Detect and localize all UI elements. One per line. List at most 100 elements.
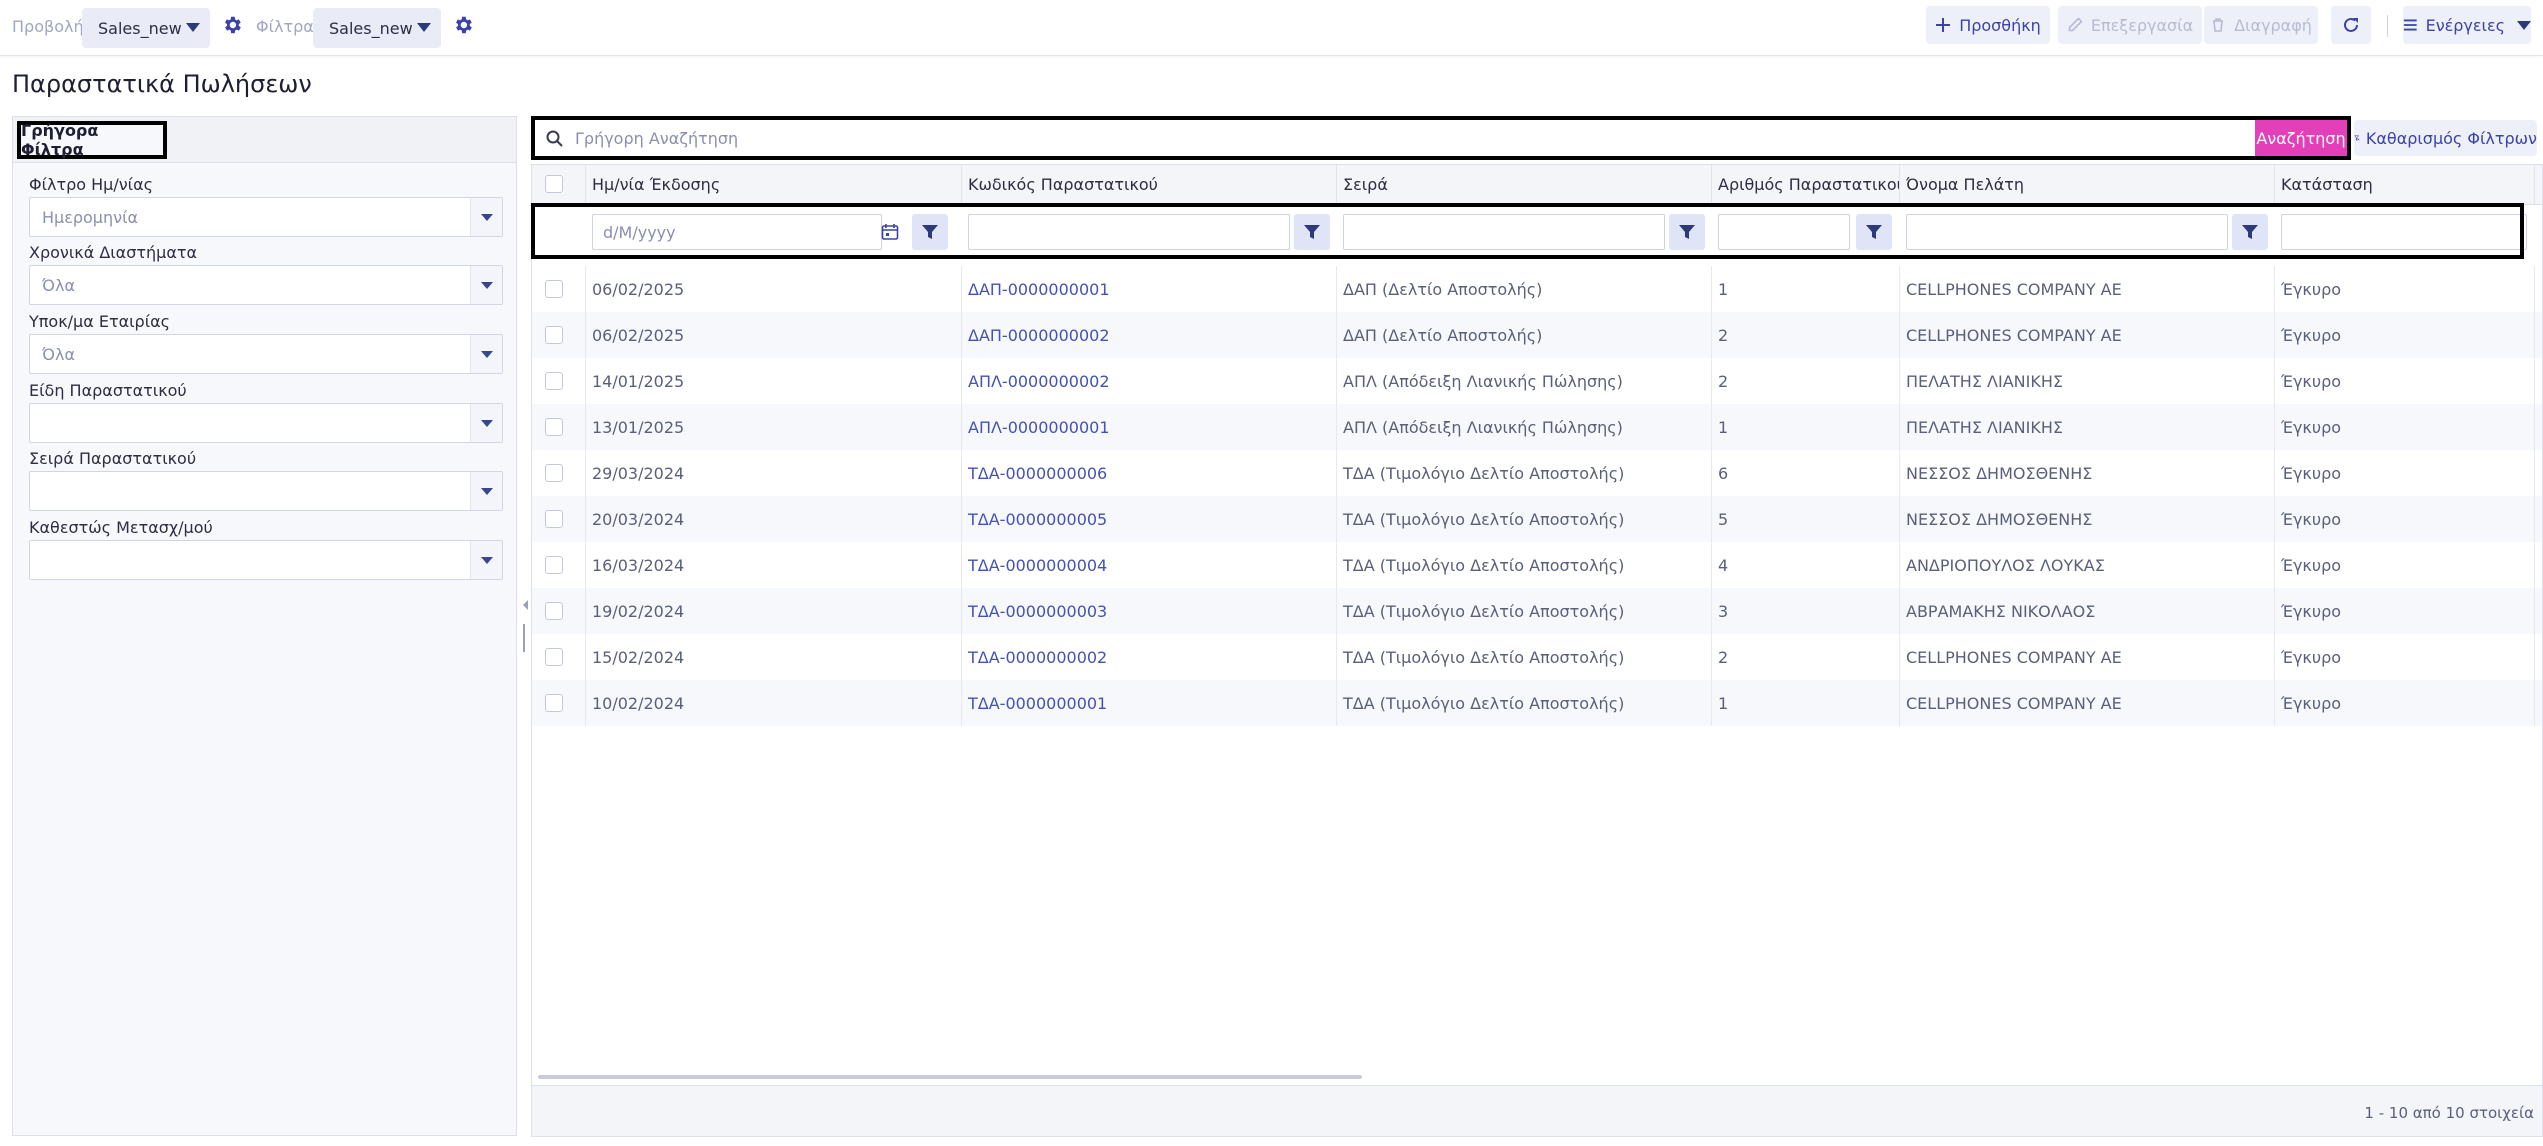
row-checkbox[interactable]: [545, 510, 563, 528]
filter-time-ranges-value: Όλα: [42, 276, 76, 295]
cell-doc-code-link[interactable]: ΤΔΑ-0000000002: [962, 634, 1337, 680]
panel-splitter[interactable]: [523, 600, 528, 652]
row-checkbox[interactable]: [545, 280, 563, 298]
edit-button[interactable]: Επεξεργασία: [2058, 6, 2202, 44]
quick-search-input[interactable]: [575, 124, 2275, 152]
menu-icon: [2403, 19, 2417, 31]
cell-status: Έγκυρο: [2275, 312, 2535, 358]
cell-doc-code-link[interactable]: ΔΑΠ-0000000002: [962, 312, 1337, 358]
row-checkbox[interactable]: [545, 372, 563, 390]
table-row[interactable]: 20/03/2024 ΤΔΑ-0000000005 ΤΔΑ (Τιμολόγιο…: [532, 496, 2542, 542]
select-all-checkbox[interactable]: [545, 175, 563, 193]
cell-doc-number: 1: [1712, 680, 1900, 726]
cell-customer-name: ΑΒΡΑΜΑΚΗΣ ΝΙΚΟΛΑΟΣ: [1900, 588, 2275, 634]
actions-menu-button[interactable]: Ενέργειες: [2403, 6, 2531, 44]
filter-branch-label: Υποκ/μα Εταιρίας: [29, 312, 171, 331]
chevron-down-icon[interactable]: [470, 404, 502, 442]
header-customer-name[interactable]: Όνομα Πελάτη: [1900, 165, 2275, 205]
collapse-arrow-icon[interactable]: [523, 600, 528, 610]
filter-branch-select[interactable]: Όλα: [29, 334, 503, 374]
edit-button-label: Επεξεργασία: [2090, 15, 2194, 35]
table-row[interactable]: 06/02/2025 ΔΑΠ-0000000001 ΔΑΠ (Δελτίο Απ…: [532, 266, 2542, 312]
filter-time-ranges-select[interactable]: Όλα: [29, 265, 503, 305]
cell-status: Έγκυρο: [2275, 680, 2535, 726]
chevron-down-icon[interactable]: [470, 266, 502, 304]
splitter-handle[interactable]: [523, 624, 525, 652]
header-issue-date[interactable]: Ημ/νία Έκδοσης: [586, 165, 962, 205]
header-doc-code[interactable]: Κωδικός Παραστατικού: [962, 165, 1337, 205]
chevron-down-icon[interactable]: [470, 335, 502, 373]
doc-number-filter-input[interactable]: [1718, 214, 1850, 250]
table-row[interactable]: 13/01/2025 ΑΠΛ-0000000001 ΑΠΛ (Απόδειξη …: [532, 404, 2542, 450]
filter-transform-status-select[interactable]: [29, 540, 503, 580]
horizontal-scrollbar[interactable]: [538, 1075, 1362, 1079]
cell-doc-code-link[interactable]: ΔΑΠ-0000000001: [962, 266, 1337, 312]
table-row[interactable]: 06/02/2025 ΔΑΠ-0000000002 ΔΑΠ (Δελτίο Απ…: [532, 312, 2542, 358]
table-row[interactable]: 29/03/2024 ΤΔΑ-0000000006 ΤΔΑ (Τιμολόγιο…: [532, 450, 2542, 496]
cell-issue-date: 10/02/2024: [586, 680, 962, 726]
filter-icon[interactable]: [1856, 214, 1892, 250]
cell-issue-date: 15/02/2024: [586, 634, 962, 680]
cell-doc-code-link[interactable]: ΤΔΑ-0000000005: [962, 496, 1337, 542]
doc-code-filter-input[interactable]: [968, 214, 1290, 250]
table-row[interactable]: 10/02/2024 ΤΔΑ-0000000001 ΤΔΑ (Τιμολόγιο…: [532, 680, 2542, 726]
chevron-down-icon: [186, 23, 200, 32]
add-button[interactable]: Προσθήκη: [1926, 6, 2050, 44]
clear-filters-label: Καθαρισμός Φίλτρων: [2365, 128, 2537, 148]
filters-select[interactable]: Sales_new: [313, 8, 441, 48]
chevron-down-icon[interactable]: [470, 472, 502, 510]
series-filter-input[interactable]: [1343, 214, 1665, 250]
table-row[interactable]: 15/02/2024 ΤΔΑ-0000000002 ΤΔΑ (Τιμολόγιο…: [532, 634, 2542, 680]
row-select-cell: [532, 634, 586, 680]
chevron-down-icon[interactable]: [470, 198, 502, 236]
cell-doc-code-link[interactable]: ΤΔΑ-0000000001: [962, 680, 1337, 726]
filter-doc-types-select[interactable]: [29, 403, 503, 443]
table-row[interactable]: 16/03/2024 ΤΔΑ-0000000004 ΤΔΑ (Τιμολόγιο…: [532, 542, 2542, 588]
cell-doc-code-link[interactable]: ΤΔΑ-0000000004: [962, 542, 1337, 588]
clear-filters-button[interactable]: Καθαρισμός Φίλτρων: [2354, 120, 2537, 156]
view-select[interactable]: Sales_new: [82, 8, 210, 48]
row-checkbox[interactable]: [545, 694, 563, 712]
date-filter-input[interactable]: d/M/yyyy: [592, 214, 882, 250]
view-select-value: Sales_new: [98, 19, 182, 38]
grid-footer: 1 - 10 από 10 στοιχεία: [532, 1085, 2542, 1136]
cell-doc-code-link[interactable]: ΑΠΛ-0000000002: [962, 358, 1337, 404]
row-checkbox[interactable]: [545, 602, 563, 620]
table-row[interactable]: 14/01/2025 ΑΠΛ-0000000002 ΑΠΛ (Απόδειξη …: [532, 358, 2542, 404]
gear-icon[interactable]: [452, 14, 474, 36]
row-checkbox[interactable]: [545, 648, 563, 666]
filter-doc-series-label: Σειρά Παραστατικού: [29, 449, 197, 468]
chevron-down-icon[interactable]: [470, 541, 502, 579]
search-button[interactable]: Αναζήτηση: [2255, 120, 2347, 156]
header-status[interactable]: Κατάσταση: [2275, 165, 2535, 205]
filter-doc-series-select[interactable]: [29, 471, 503, 511]
customer-filter-input[interactable]: [1906, 214, 2228, 250]
filter-icon[interactable]: [1669, 214, 1705, 250]
header-doc-number[interactable]: Αριθμός Παραστατικού: [1712, 165, 1900, 205]
row-select-cell: [532, 450, 586, 496]
cell-doc-code-link[interactable]: ΤΔΑ-0000000003: [962, 588, 1337, 634]
refresh-icon: [2344, 17, 2358, 32]
filter-icon[interactable]: [912, 214, 948, 250]
delete-button[interactable]: Διαγραφή: [2204, 6, 2318, 44]
filter-icon[interactable]: [2232, 214, 2268, 250]
refresh-button[interactable]: [2331, 6, 2371, 44]
row-checkbox[interactable]: [545, 418, 563, 436]
gear-icon[interactable]: [221, 14, 243, 36]
row-checkbox[interactable]: [545, 326, 563, 344]
cell-customer-name: ΑΝΔΡΙΟΠΟΥΛΟΣ ΛΟΥΚΑΣ: [1900, 542, 2275, 588]
cell-doc-code-link[interactable]: ΑΠΛ-0000000001: [962, 404, 1337, 450]
top-toolbar: Προβολή Sales_new Φίλτρα Sales_new Προσθ…: [0, 0, 2543, 56]
calendar-icon[interactable]: [872, 214, 908, 250]
header-series[interactable]: Σειρά: [1337, 165, 1712, 205]
cell-doc-code-link[interactable]: ΤΔΑ-0000000006: [962, 450, 1337, 496]
filter-time-ranges-label: Χρονικά Διαστήματα: [29, 243, 198, 262]
tab-quick-filters[interactable]: Γρήγορα Φίλτρα: [17, 121, 167, 159]
row-checkbox[interactable]: [545, 556, 563, 574]
filter-icon[interactable]: [1294, 214, 1330, 250]
row-checkbox[interactable]: [545, 464, 563, 482]
actions-menu-label: Ενέργειες: [2425, 15, 2505, 35]
filter-date-select[interactable]: Ημερομηνία: [29, 197, 503, 237]
table-row[interactable]: 19/02/2024 ΤΔΑ-0000000003 ΤΔΑ (Τιμολόγιο…: [532, 588, 2542, 634]
status-filter-input[interactable]: [2281, 214, 2527, 250]
